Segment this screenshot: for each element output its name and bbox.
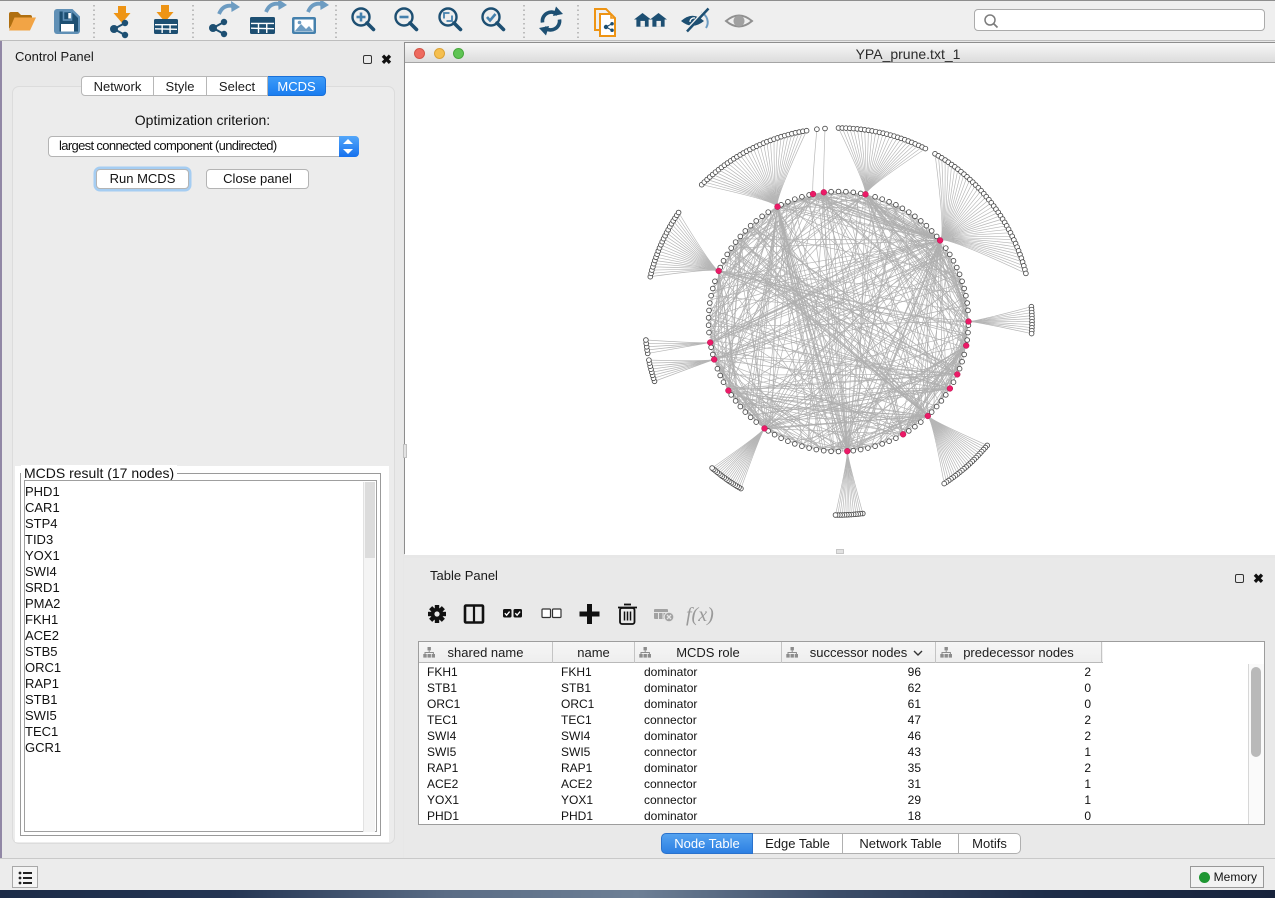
svg-text:f(x): f(x) bbox=[686, 604, 714, 626]
